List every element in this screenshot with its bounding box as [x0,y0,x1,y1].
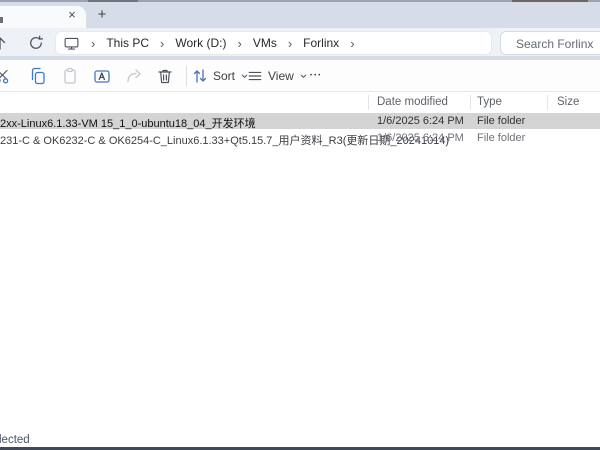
refresh-icon[interactable] [26,33,46,53]
sort-icon [192,67,208,85]
column-resize-handle[interactable] [368,95,369,110]
delete-icon[interactable] [155,66,175,86]
rename-icon[interactable] [92,66,112,86]
new-tab-button[interactable]: + [93,6,111,24]
file-name: 2xx-Linux6.1.33-VM 15_1_0-ubuntu18_04_开发… [0,115,256,131]
breadcrumb-chevron-icon[interactable]: › [345,37,359,50]
file-date-modified: 1/6/2025 6:24 PM [377,115,464,127]
column-resize-handle[interactable] [470,95,471,110]
sort-button[interactable]: Sort [192,66,249,86]
breadcrumb-chevron-icon[interactable]: › [155,37,169,50]
paste-icon[interactable] [60,66,80,86]
column-header-row: Date modified Type Size [0,92,600,113]
sort-label: Sort [213,69,235,83]
search-box [500,31,600,55]
chevron-down-icon [299,72,308,81]
address-bar[interactable]: › This PC › Work (D:) › VMs › Forlinx › [55,31,492,55]
more-options-button[interactable]: ••• [310,66,322,86]
view-icon [247,68,263,84]
file-date-modified: 1/6/2025 6:24 PM [377,132,464,144]
tab-folder-icon [0,17,3,23]
tab-strip: × + [0,2,600,28]
toolbar-separator [186,66,187,86]
status-bar: lected [0,433,600,447]
file-row-selected[interactable]: 2xx-Linux6.1.33-VM 15_1_0-ubuntu18_04_开发… [0,113,600,129]
breadcrumb-item-forlinx[interactable]: Forlinx [297,36,345,50]
column-header-date-modified[interactable]: Date modified [377,96,448,108]
file-type: File folder [477,132,525,144]
copy-icon[interactable] [28,66,48,86]
view-button[interactable]: View [247,66,308,86]
file-explorer-window: × + › This PC › Work (D:) › VMs › Forlin… [0,0,600,450]
navigation-bar: › This PC › Work (D:) › VMs › Forlinx › [0,28,600,56]
breadcrumb-chevron-icon[interactable]: › [86,37,100,50]
breadcrumb-chevron-icon[interactable]: › [283,37,297,50]
view-label: View [268,69,294,83]
cut-icon[interactable] [0,66,13,86]
more-options-icon: ••• [310,66,322,86]
column-resize-handle[interactable] [547,95,548,110]
this-pc-icon [63,35,80,52]
up-one-level-icon[interactable] [0,33,10,53]
breadcrumb-chevron-icon[interactable]: › [232,37,246,50]
breadcrumb-item-vms[interactable]: VMs [247,36,283,50]
breadcrumb-item-this-pc[interactable]: This PC [100,36,155,50]
file-type: File folder [477,115,525,127]
search-input[interactable] [514,33,600,55]
column-header-size[interactable]: Size [557,96,579,108]
command-toolbar: Sort View ••• [0,60,600,92]
share-icon[interactable] [124,66,144,86]
tab-active[interactable]: × [0,6,86,28]
column-header-type[interactable]: Type [477,96,502,108]
file-row[interactable]: 231-C & OK6232-C & OK6254-C_Linux6.1.33+… [0,130,600,146]
breadcrumb-item-work-d[interactable]: Work (D:) [169,36,232,50]
selection-status-text: lected [0,434,30,446]
tab-close-icon[interactable]: × [64,7,80,23]
